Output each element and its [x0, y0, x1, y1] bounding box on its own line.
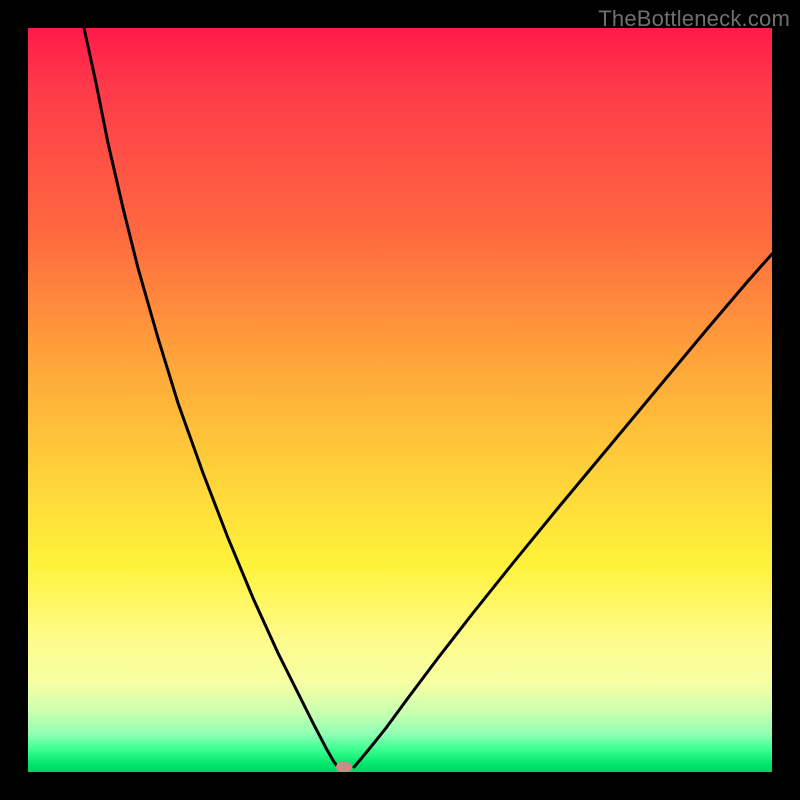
dip-marker: [336, 762, 352, 772]
right-curve-path: [354, 254, 772, 767]
chart-frame: [28, 28, 772, 772]
left-curve-path: [84, 28, 338, 767]
curve-svg: [28, 28, 772, 772]
